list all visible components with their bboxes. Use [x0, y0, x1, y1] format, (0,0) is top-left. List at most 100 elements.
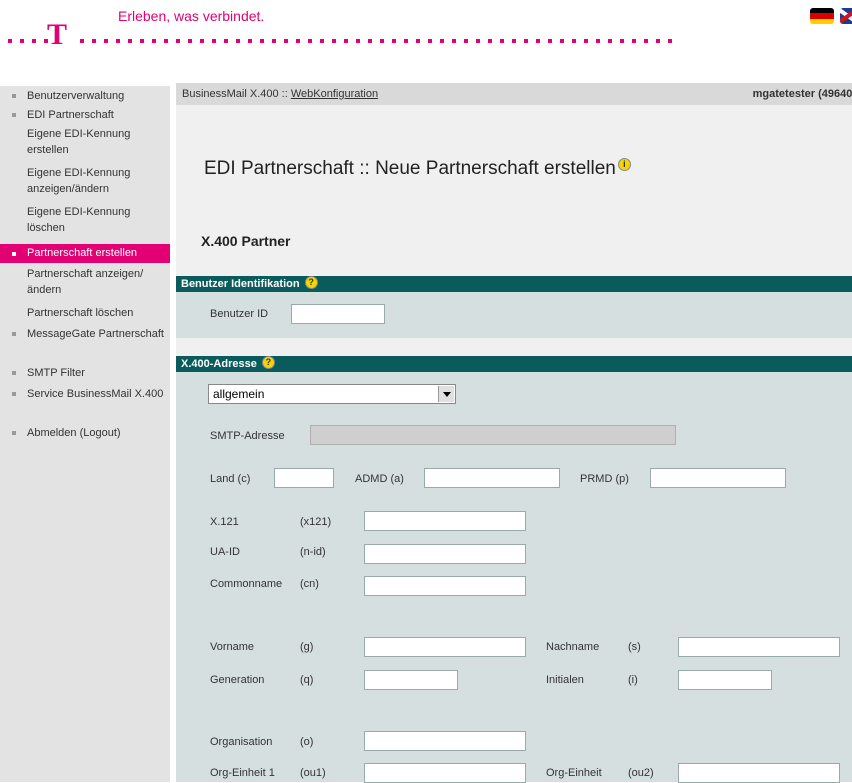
initialen-input[interactable]: [678, 670, 772, 690]
uaid-input[interactable]: [364, 544, 526, 564]
x121-code: (x121): [300, 516, 332, 528]
brand-dot: [656, 39, 660, 43]
land-label: Land (c): [210, 473, 251, 485]
help-icon[interactable]: ?: [261, 356, 275, 369]
sidebar-item-service[interactable]: Service BusinessMail X.400: [0, 386, 170, 418]
brand-dot: [620, 39, 624, 43]
sidebar-item-benutzerverwaltung[interactable]: Benutzerverwaltung: [0, 88, 170, 104]
vorname-label: Vorname: [210, 641, 255, 653]
land-input[interactable]: [274, 468, 334, 488]
telekom-logo: T: [47, 18, 68, 51]
organisation-code: (o): [300, 736, 314, 748]
brand-dot: [356, 39, 360, 43]
sidebar-item-partnerschaft-erstellen[interactable]: Partnerschaft erstellen: [0, 244, 170, 263]
brand-dot: [236, 39, 240, 43]
brand-dot: [152, 39, 156, 43]
org-einheit-2-label: Org-Einheit: [546, 767, 602, 779]
brand-dot: [164, 39, 168, 43]
section-header-benutzer: Benutzer Identifikation ?: [176, 276, 852, 292]
brand-dot: [320, 39, 324, 43]
sidebar-item-smtp-filter[interactable]: SMTP Filter: [0, 365, 170, 381]
brand-dot: [392, 39, 396, 43]
org-einheit-2-code: (ou2): [628, 767, 654, 779]
bullet-icon: [12, 113, 16, 117]
bullet-icon: [12, 332, 16, 336]
brand-dot: [632, 39, 636, 43]
brand-dot: [272, 39, 276, 43]
breadcrumb-link-webkonfiguration[interactable]: WebKonfiguration: [291, 88, 378, 100]
brand-dot: [500, 39, 504, 43]
commonname-label: Commonname: [210, 578, 283, 590]
prmd-label: PRMD (p): [580, 473, 629, 485]
info-icon[interactable]: i: [617, 158, 631, 171]
brand-dot: [20, 39, 24, 43]
nachname-input[interactable]: [678, 637, 840, 657]
brand-dot: [92, 39, 96, 43]
sidebar-item-partnerschaft-anzeigen[interactable]: Partnerschaft anzeigen/ändern: [0, 266, 170, 298]
org-einheit-1-input[interactable]: [364, 763, 526, 783]
brand-dot: [128, 39, 132, 43]
bullet-icon: [12, 371, 16, 375]
breadcrumb: BusinessMail X.400 :: WebKonfiguration: [182, 88, 379, 100]
brand-dot: [260, 39, 264, 43]
brand-dot: [332, 39, 336, 43]
brand-dot: [380, 39, 384, 43]
org-einheit-1-label: Org-Einheit 1: [210, 767, 275, 779]
vorname-input[interactable]: [364, 637, 526, 657]
brand-dot: [512, 39, 516, 43]
smtp-label: SMTP-Adresse: [210, 430, 285, 442]
commonname-input[interactable]: [364, 576, 526, 596]
brand-dot: [8, 39, 12, 43]
brand-dot: [572, 39, 576, 43]
brand-dot: [404, 39, 408, 43]
chevron-down-icon[interactable]: [438, 386, 454, 402]
sidebar-item-partnerschaft-loeschen[interactable]: Partnerschaft löschen: [0, 305, 170, 321]
brand-dot: [224, 39, 228, 43]
brand-dot: [176, 39, 180, 43]
generation-input[interactable]: [364, 670, 458, 690]
german-flag-icon[interactable]: [810, 8, 834, 24]
sidebar: Benutzerverwaltung EDI Partnerschaft Eig…: [0, 86, 170, 782]
brand-dot: [596, 39, 600, 43]
bullet-icon: [12, 431, 16, 435]
bullet-icon: [12, 252, 16, 256]
brand-dot: [416, 39, 420, 43]
brand-dot: [344, 39, 348, 43]
admd-input[interactable]: [424, 468, 560, 488]
brand-dot: [248, 39, 252, 43]
sidebar-item-edi-partnerschaft[interactable]: EDI Partnerschaft: [0, 107, 170, 123]
english-flag-icon[interactable]: [840, 8, 852, 24]
help-icon[interactable]: ?: [304, 276, 318, 289]
sidebar-item-logout[interactable]: Abmelden (Logout): [0, 425, 170, 441]
brand-dot: [464, 39, 468, 43]
benutzer-id-label: Benutzer ID: [210, 308, 269, 320]
org-einheit-1-code: (ou1): [300, 767, 326, 779]
address-type-select[interactable]: allgemein: [208, 384, 456, 404]
brand-dot: [524, 39, 528, 43]
brand-dot: [368, 39, 372, 43]
smtp-address-input: [310, 425, 676, 445]
admd-label: ADMD (a): [355, 473, 404, 485]
benutzer-id-input[interactable]: [291, 304, 385, 324]
org-einheit-2-input[interactable]: [678, 763, 840, 783]
brand-dot: [548, 39, 552, 43]
bullet-icon: [12, 94, 16, 98]
uaid-label: UA-ID: [210, 546, 240, 558]
sidebar-item-eigene-anzeigen[interactable]: Eigene EDI-Kennung anzeigen/ändern: [0, 165, 170, 197]
sidebar-item-messagegate[interactable]: MessageGate Partnerschaft: [0, 326, 170, 358]
brand-dot: [188, 39, 192, 43]
section-body-benutzer: [176, 292, 852, 338]
generation-label: Generation: [210, 674, 265, 686]
sidebar-item-eigene-erstellen[interactable]: Eigene EDI-Kennung erstellen: [0, 126, 170, 158]
prmd-input[interactable]: [650, 468, 786, 488]
brand-dot: [560, 39, 564, 43]
x121-input[interactable]: [364, 511, 526, 531]
nachname-label: Nachname: [546, 641, 600, 653]
brand-dot: [104, 39, 108, 43]
sidebar-item-eigene-loeschen[interactable]: Eigene EDI-Kennung löschen: [0, 204, 170, 236]
organisation-input[interactable]: [364, 731, 526, 751]
initialen-code: (i): [628, 674, 638, 686]
page-title: EDI Partnerschaft :: Neue Partnerschaft …: [204, 158, 631, 180]
brand-dot: [428, 39, 432, 43]
initialen-label: Initialen: [546, 674, 584, 686]
